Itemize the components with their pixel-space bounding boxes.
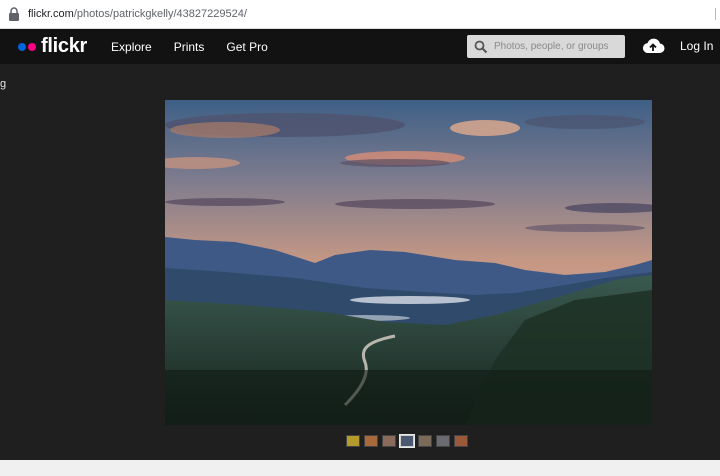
- thumbnail-6[interactable]: [436, 435, 450, 447]
- search-icon[interactable]: [474, 40, 488, 54]
- thumbnail-1[interactable]: [346, 435, 360, 447]
- nav-get-pro[interactable]: Get Pro: [226, 40, 267, 54]
- url-text[interactable]: flickr.com/photos/patrickgkelly/43827229…: [28, 8, 247, 20]
- url-host: flickr.com: [28, 8, 74, 20]
- nav-explore[interactable]: Explore: [111, 40, 152, 54]
- photo-page: g: [0, 64, 720, 460]
- browser-address-bar[interactable]: flickr.com/photos/patrickgkelly/43827229…: [0, 0, 720, 29]
- thumbnail-2[interactable]: [364, 435, 378, 447]
- upload-cloud-icon[interactable]: [641, 37, 665, 55]
- page-footer-strip: [0, 460, 720, 476]
- site-header: flickr Explore Prints Get Pro Log In: [0, 29, 720, 64]
- thumbnail-current[interactable]: [399, 434, 415, 448]
- thumbnail-5[interactable]: [418, 435, 432, 447]
- flickr-logo[interactable]: flickr: [18, 35, 87, 58]
- url-path: /photos/patrickgkelly/43827229524/: [73, 8, 247, 20]
- search-box[interactable]: [467, 35, 625, 58]
- login-link[interactable]: Log In: [680, 39, 713, 53]
- logo-wordmark: flickr: [41, 35, 88, 57]
- thumbnail-strip: [346, 434, 468, 448]
- nav-prints[interactable]: Prints: [174, 40, 205, 54]
- thumbnail-7[interactable]: [454, 435, 468, 447]
- search-input[interactable]: [492, 40, 624, 53]
- landscape-photo-icon: [165, 100, 652, 425]
- lock-icon: [9, 7, 19, 21]
- back-link[interactable]: g: [0, 78, 6, 90]
- thumbnail-3[interactable]: [382, 435, 396, 447]
- browser-edge: [715, 8, 720, 20]
- logo-pink-dot-icon: [28, 42, 36, 51]
- main-photo[interactable]: [165, 100, 652, 425]
- logo-blue-dot-icon: [18, 42, 26, 51]
